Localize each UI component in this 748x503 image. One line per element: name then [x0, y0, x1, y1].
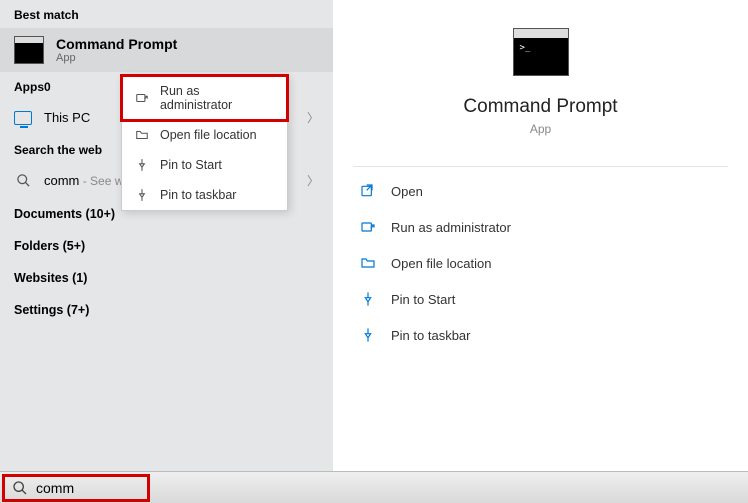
- best-match-header: Best match: [0, 0, 333, 28]
- app-subtitle: App: [530, 122, 551, 136]
- folders-category[interactable]: Folders (5+): [0, 230, 333, 262]
- pin-taskbar-label: Pin to taskbar: [391, 328, 471, 343]
- actions-list: Open Run as administrator Open file loca…: [333, 166, 748, 353]
- settings-category[interactable]: Settings (7+): [0, 294, 333, 326]
- divider: [353, 166, 728, 167]
- run-admin-label: Run as administrator: [391, 220, 511, 235]
- command-prompt-icon: [14, 36, 44, 64]
- right-details-panel: Command Prompt App Open Run as administr…: [333, 0, 748, 471]
- pc-icon: [14, 111, 32, 125]
- open-label: Open: [391, 184, 423, 199]
- search-input[interactable]: [36, 480, 742, 496]
- pin-start-icon: [359, 291, 377, 307]
- admin-icon: [359, 219, 377, 235]
- search-icon: [12, 480, 28, 496]
- pin-to-taskbar-action[interactable]: Pin to taskbar: [353, 317, 728, 353]
- pin-taskbar-icon: [134, 188, 150, 202]
- chevron-right-icon: 〉: [307, 109, 319, 126]
- admin-icon: [134, 91, 150, 105]
- best-match-text: Command Prompt App: [56, 36, 177, 64]
- pin-start-label: Pin to Start: [391, 292, 455, 307]
- folder-icon: [359, 255, 377, 271]
- context-menu: Run as administrator Open file location …: [121, 75, 288, 211]
- best-match-subtitle: App: [56, 52, 177, 64]
- ctx-run-admin-label: Run as administrator: [160, 84, 275, 112]
- left-results-panel: Best match Command Prompt App Apps0 This…: [0, 0, 333, 471]
- open-action[interactable]: Open: [353, 173, 728, 209]
- folder-icon: [134, 128, 150, 142]
- best-match-item[interactable]: Command Prompt App: [0, 28, 333, 72]
- ctx-pin-to-taskbar[interactable]: Pin to taskbar: [122, 180, 287, 210]
- open-icon: [359, 183, 377, 199]
- ctx-open-loc-label: Open file location: [160, 128, 257, 142]
- app-title: Command Prompt: [463, 96, 617, 118]
- command-prompt-icon: [513, 28, 569, 76]
- run-as-admin-action[interactable]: Run as administrator: [353, 209, 728, 245]
- open-loc-label: Open file location: [391, 256, 491, 271]
- search-icon: [14, 173, 32, 188]
- ctx-pin-start-label: Pin to Start: [160, 158, 222, 172]
- best-match-title: Command Prompt: [56, 36, 177, 52]
- ctx-pin-taskbar-label: Pin to taskbar: [160, 188, 236, 202]
- websites-category[interactable]: Websites (1): [0, 262, 333, 294]
- pin-to-start-action[interactable]: Pin to Start: [353, 281, 728, 317]
- pin-taskbar-icon: [359, 327, 377, 343]
- ctx-pin-to-start[interactable]: Pin to Start: [122, 150, 287, 180]
- ctx-open-file-location[interactable]: Open file location: [122, 120, 287, 150]
- pin-start-icon: [134, 158, 150, 172]
- search-bar[interactable]: [0, 471, 748, 503]
- open-file-location-action[interactable]: Open file location: [353, 245, 728, 281]
- this-pc-label: This PC: [44, 110, 90, 125]
- ctx-run-as-admin[interactable]: Run as administrator: [122, 76, 287, 120]
- chevron-right-icon: 〉: [307, 172, 319, 189]
